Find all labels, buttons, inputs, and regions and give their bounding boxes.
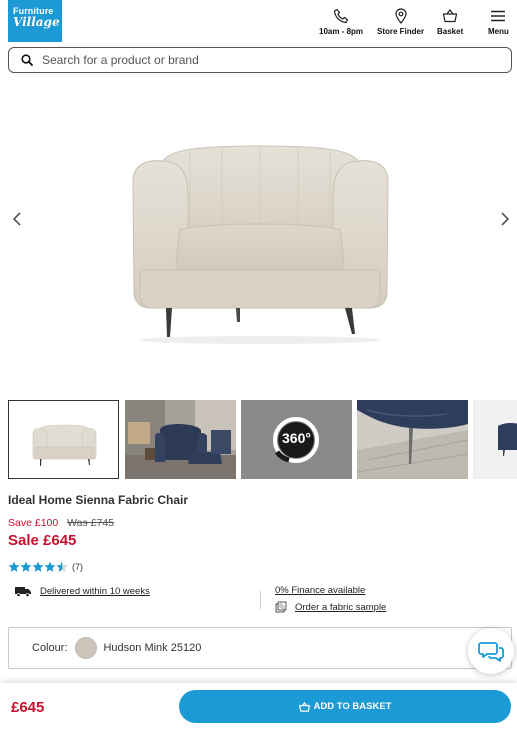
thumbnail-360-view[interactable]: 360° [241, 400, 352, 479]
search-icon [21, 54, 33, 66]
chevron-right-icon [501, 212, 510, 226]
product-image-carousel[interactable] [0, 90, 517, 390]
360-badge-label: 360° [282, 430, 311, 446]
colour-label: Colour: [32, 642, 68, 654]
delivery-truck-icon [15, 587, 31, 597]
half-star-icon [56, 561, 68, 572]
chat-bubbles-icon [478, 642, 504, 662]
carousel-prev-button[interactable] [8, 210, 26, 228]
rating-stars[interactable]: (7) [8, 561, 83, 573]
fabric-sample-link[interactable]: Order a fabric sample [275, 601, 386, 613]
thumbnail-leg-closeup[interactable] [357, 400, 468, 479]
product-title: Ideal Home Sienna Fabric Chair [8, 493, 189, 507]
star-icon [32, 561, 44, 572]
review-count[interactable]: (7) [72, 562, 83, 572]
thumbnail-room-lifestyle[interactable] [125, 400, 236, 479]
fabric-sample-text: Order a fabric sample [295, 601, 387, 613]
delivery-text: Delivered within 10 weeks [40, 585, 150, 597]
fabric-sample-icon [275, 601, 287, 613]
basket-icon [443, 9, 458, 23]
phone-icon [333, 8, 349, 24]
menu-label: Menu [488, 27, 509, 36]
basket-label: Basket [437, 27, 464, 36]
finance-text: 0% Finance available [275, 585, 366, 596]
add-to-basket-label: ADD TO BASKET [313, 701, 392, 712]
hamburger-menu-icon [491, 10, 506, 22]
colour-value: Hudson Mink 25120 [103, 642, 202, 654]
finance-link[interactable]: 0% Finance available [275, 585, 365, 596]
price-savings: Save £100 Was £745 [8, 517, 114, 529]
star-icon [44, 561, 56, 572]
colour-swatch [75, 637, 98, 659]
info-divider [260, 591, 261, 609]
basket-link[interactable]: Basket [437, 8, 463, 36]
bottom-bar-price: £645 [11, 699, 45, 716]
basket-icon [298, 701, 310, 712]
location-pin-icon [394, 8, 407, 24]
carousel-next-button[interactable] [496, 210, 514, 228]
product-main-image [132, 145, 389, 344]
star-icon [20, 561, 32, 572]
logo-line-2: Village [13, 15, 60, 29]
save-amount: Save £100 [8, 517, 59, 529]
opening-hours-link[interactable]: 10am - 8pm [319, 8, 363, 36]
furniture-village-logo[interactable]: Furniture Village [8, 0, 62, 42]
store-finder-label: Store Finder [377, 27, 425, 36]
thumbnail-strip: 360° [8, 400, 517, 480]
opening-hours-label: 10am - 8pm [319, 27, 364, 36]
star-icon [8, 561, 20, 572]
add-to-basket-button[interactable]: ADD TO BASKET [179, 690, 511, 723]
search-bar[interactable] [8, 47, 512, 73]
sticky-purchase-bar: £645 ADD TO BASKET [0, 683, 517, 739]
sale-price: Sale £645 [8, 532, 77, 549]
site-header: Furniture Village 10am - 8pm Store Finde… [0, 0, 517, 44]
thumbnail-side-closeup[interactable] [473, 400, 517, 479]
chevron-left-icon [12, 212, 21, 226]
thumbnail-chair-front[interactable] [8, 400, 119, 479]
store-finder-link[interactable]: Store Finder [377, 8, 424, 36]
search-input[interactable] [42, 53, 482, 67]
colour-selector[interactable]: Colour: Hudson Mink 25120 [8, 627, 512, 669]
was-price: Was £745 [67, 517, 115, 529]
delivery-info-link[interactable]: Delivered within 10 weeks [14, 585, 150, 597]
live-chat-button[interactable] [468, 628, 514, 674]
menu-button[interactable]: Menu [488, 8, 509, 36]
